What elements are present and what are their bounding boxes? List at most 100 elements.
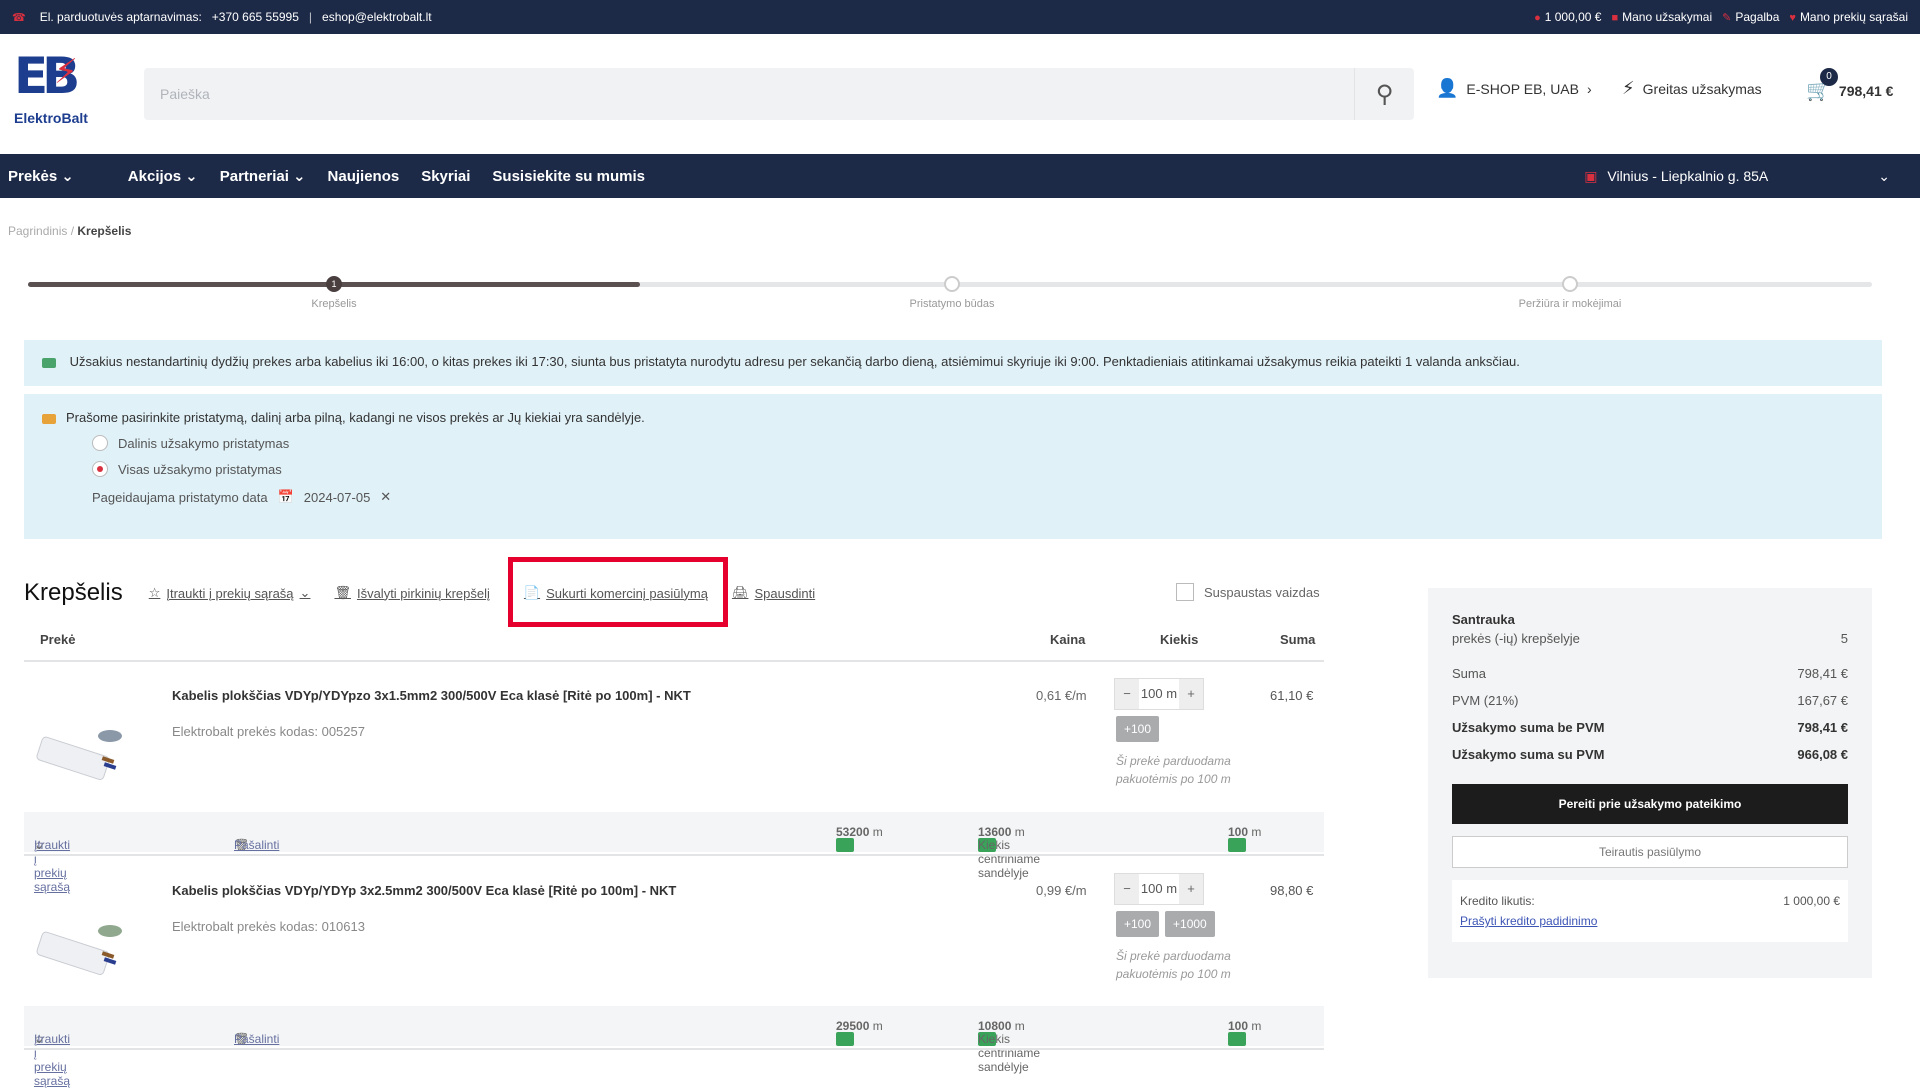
quick-order-button[interactable]: ⚡ Greitas užsakymas [1622,78,1762,99]
decrease-button[interactable]: − [1115,874,1139,904]
partial-delivery-radio[interactable]: Dalinis užsakymo pristatymas [92,435,1864,451]
credit-row: Kredito likutis: 1 000,00 € [1460,894,1840,908]
clear-date-icon[interactable]: ✕ [380,489,391,505]
email-link[interactable]: eshop@elektrobalt.lt [322,10,432,24]
decrease-button[interactable]: − [1115,679,1139,709]
search-button[interactable]: ⚲ [1354,68,1414,120]
chevron-down-icon: ⌄ [292,168,306,185]
compact-label: Suspaustas vaizdas [1204,584,1320,600]
lists-link[interactable]: ♥ Mano prekių sąrašai [1789,10,1908,24]
cart-table-header: Prekė Kaina Kiekis Suma [24,632,1324,662]
search-input[interactable] [144,68,1354,120]
account-menu[interactable]: 👤 E-SHOP EB, UAB › [1436,78,1592,99]
stock-central-label: Kiekis centriniame sandėlyje [978,838,1041,880]
sum-label: Suma [1452,666,1486,681]
nav-products[interactable]: Prekės ⌄ [8,167,74,186]
product-image[interactable] [32,718,132,792]
quick-add-chip[interactable]: +100 [1116,911,1160,937]
quick-add-chip[interactable]: +1000 [1165,911,1215,937]
chevron-down-icon: ⌄ [185,168,198,185]
truck-icon [42,357,56,368]
separator: | [308,10,313,24]
items-count: 5 [1840,631,1848,646]
breadcrumb-home[interactable]: Pagrindinis [8,224,67,238]
add-to-list-label: Įtraukti į prekių sąrašą [166,585,294,601]
stock-delivery-value: 100 [1228,1019,1249,1033]
nav-branches[interactable]: Skyriai [421,168,470,185]
order-summary: Santrauka prekės (-ių) krepšelyje 5 Suma… [1428,588,1872,978]
quick-add-chip[interactable]: +100 [1116,716,1160,742]
sum-value: 798,41 € [1797,666,1848,681]
checkout-button[interactable]: Pereiti prie užsakymo pateikimo [1452,784,1848,824]
quantity-value[interactable]: 100 m [1139,874,1179,904]
stock-central: Kiekis centriniame sandėlyje 10800 m [978,1019,1041,1074]
full-delivery-radio[interactable]: Visas užsakymo pristatymas [92,461,1864,477]
nav-promotions[interactable]: Akcijos ⌄ [128,167,198,186]
summary-no-vat-row: Užsakymo suma be PVM 798,41 € [1452,720,1848,735]
cart-button[interactable]: 🛒 0 798,41 € [1806,68,1893,103]
product-sum: 61,10 € [1270,688,1314,703]
add-to-list-button[interactable]: ☆ Įtraukti į prekių sąrašą ⌄ [149,585,311,601]
package-note: Ši prekė parduodama pakuotėmis po 100 m [1116,949,1231,981]
compact-view-toggle[interactable]: Suspaustas vaizdas [1176,583,1320,601]
stock-delivery: 100 m [1228,1019,1261,1046]
quantity-value[interactable]: 100 m [1139,679,1179,709]
product-code: Elektrobalt prekės kodas: 010613 [172,919,365,934]
compact-checkbox[interactable] [1176,583,1194,601]
nav-news[interactable]: Naujienos [328,168,400,185]
phone-number[interactable]: +370 665 55995 [212,10,299,24]
print-icon: 🖨 [731,585,749,600]
nav-label: Naujienos [327,167,400,185]
search-icon: ⚲ [1375,80,1394,108]
product-image[interactable] [32,913,132,987]
credit-increase-link[interactable]: Prašyti kredito padidinimo [1460,914,1840,928]
product-code: Elektrobalt prekės kodas: 005257 [172,724,365,739]
chevron-down-icon: ⌄ [61,168,74,185]
notice-text: Prašome pasirinkite pristatymą, dalinį a… [66,410,645,425]
product-name[interactable]: Kabelis plokščias VDYp/YDYp 3x2.5mm2 300… [172,883,676,898]
user-icon: 👤 [1436,78,1459,98]
delivery-option-notice: Prašome pasirinkite pristatymą, dalinį a… [24,394,1882,539]
warning-icon [42,413,56,424]
logo-text: ElektroBalt [14,110,88,126]
clear-cart-button[interactable]: 🗑 Išvalyti pirkinių krepšelį [334,585,489,601]
print-button[interactable]: 🖨 Spausdinti [732,585,815,601]
credit-label: Kredito likutis: [1460,894,1535,908]
increase-button[interactable]: + [1179,874,1203,904]
step-label-3: Peržiūra ir mokėjimai [1518,298,1622,310]
logo[interactable]: EB ⚡ ElektroBalt [14,48,104,138]
lists-label: Mano prekių sąrašai [1799,10,1908,24]
no-vat-value: 798,41 € [1797,720,1848,735]
vat-value: 167,67 € [1797,693,1848,708]
radio-label: Visas užsakymo pristatymas [118,461,282,477]
search-bar: ⚲ [144,68,1414,120]
step-dot-1: 1 [326,276,342,292]
stock-central: Kiekis centriniame sandėlyje 13600 m [978,825,1041,880]
summary-with-vat-row: Užsakymo suma su PVM 966,08 € [1452,747,1848,762]
nav-partners[interactable]: Partneriai ⌄ [220,167,306,186]
product-name[interactable]: Kabelis plokščias VDYp/YDYpzo 3x1.5mm2 3… [172,688,691,703]
store-name: Vilnius - Liepkalnio g. 85A [1607,168,1769,184]
credit-indicator[interactable]: ● 1 000,00 € [1534,10,1601,24]
radio-button[interactable] [92,461,108,477]
print-label: Spausdinti [754,585,816,601]
orders-link[interactable]: ■ Mano užsakymai [1611,10,1712,24]
help-link[interactable]: ✎ Pagalba [1722,10,1779,24]
stock-local-value: 29500 [836,1019,870,1033]
store-icon: ▣ [1584,167,1598,184]
truck-icon [1228,1032,1246,1046]
nav-contact[interactable]: Susisiekite su mumis [492,168,645,185]
increase-button[interactable]: + [1179,679,1203,709]
clear-cart-label: Išvalyti pirkinių krepšelį [356,585,490,601]
quantity-stepper[interactable]: − 100 m + [1114,678,1204,710]
no-vat-label: Užsakymo suma be PVM [1452,720,1605,735]
cart-item-footer: ☆ Įtraukti į prekių sąrašą ⌄ 🗑 Pašalinti… [24,812,1324,894]
request-offer-button[interactable]: Teirautis pasiūlymo [1452,836,1848,868]
quantity-stepper[interactable]: − 100 m + [1114,873,1204,905]
summary-sum-row: Suma 798,41 € [1452,666,1848,681]
calendar-icon[interactable]: 📅 [278,489,294,505]
radio-button[interactable] [92,435,108,451]
highlight-box [508,557,728,627]
store-selector[interactable]: ▣ Vilnius - Liepkalnio g. 85A ⌄ [1584,154,1890,198]
date-value[interactable]: 2024-07-05 [304,490,371,505]
